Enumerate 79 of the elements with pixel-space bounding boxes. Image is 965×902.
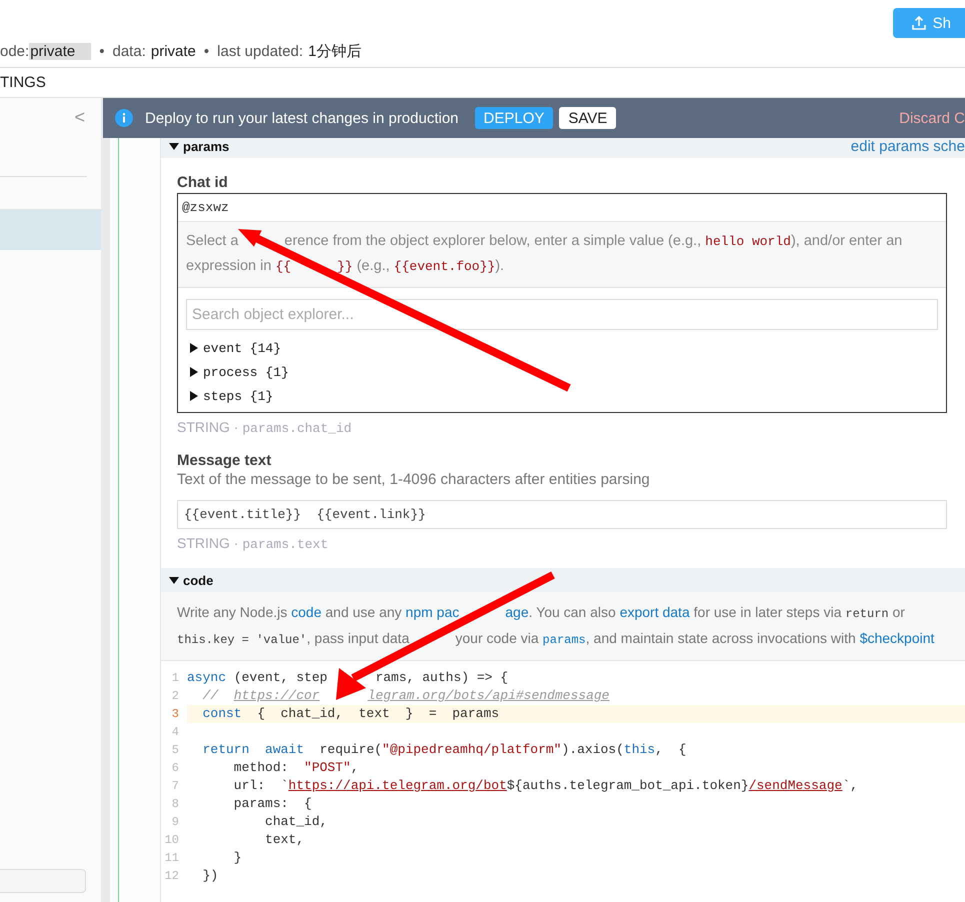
line-number: 2: [170, 689, 179, 703]
code-text: url: `: [232, 778, 288, 793]
code-text: require(: [318, 742, 382, 757]
line-number: 7: [170, 779, 179, 793]
code-text: chat_id,: [264, 814, 328, 829]
doc-link[interactable]: $checkpoint: [860, 630, 934, 646]
section-title: params: [183, 138, 230, 154]
line-number: 12: [164, 869, 179, 883]
meta-value: private: [29, 43, 92, 60]
separator-dot: •: [204, 43, 210, 60]
field-label: Chat id: [177, 174, 229, 191]
sidebar-item[interactable]: [0, 209, 101, 250]
doc-link[interactable]: code: [291, 604, 322, 620]
info-icon: [115, 109, 133, 127]
sidebar-input[interactable]: [0, 869, 86, 893]
code-text: ,: [350, 760, 359, 775]
field-label: Message text: [177, 452, 272, 469]
code-text: { chat_id, text } = params: [256, 706, 500, 721]
field-description: Text of the message to be sent, 1-4096 characters after entities parsing: [177, 471, 651, 488]
field-type: STRING · params.text: [177, 535, 330, 552]
code-text: ).axios(: [561, 742, 624, 757]
text-field[interactable]: {{event.title}} {{event.link}}: [177, 500, 947, 529]
code-text: , {: [655, 742, 686, 757]
code-text: "@pipedreamhq/platform": [382, 742, 562, 757]
line-number: 1: [170, 671, 179, 685]
collapse-button[interactable]: <: [74, 107, 85, 129]
code-text: const: [202, 706, 242, 721]
meta-label: last updated:: [217, 43, 304, 60]
field-type: STRING · params.chat_id: [177, 419, 353, 436]
line-number: 4: [170, 725, 179, 739]
code-text: `,: [842, 778, 858, 793]
meta-label: ode:: [0, 43, 30, 60]
code-text: "POST": [304, 760, 351, 775]
code-text: (event, step: [232, 670, 328, 685]
code-text: text,: [264, 832, 304, 847]
deploy-button[interactable]: DEPLOY: [474, 107, 554, 129]
line-number: 10: [164, 833, 179, 847]
code-text: rams, auths) => {: [375, 670, 508, 685]
code-text: https://cor: [234, 688, 320, 703]
code-text: /sendMessage: [748, 778, 842, 793]
meta-label: data:: [112, 43, 146, 60]
settings-tab[interactable]: TINGS: [0, 74, 46, 91]
line-number: 9: [170, 815, 179, 829]
discard-link[interactable]: Discard C: [899, 110, 965, 126]
line-number: 8: [170, 797, 179, 811]
edit-schema-link[interactable]: edit params sche: [850, 138, 965, 154]
tree-item[interactable]: steps {1}: [189, 384, 938, 408]
code-text: legram.org/bots/api#sendmessage: [368, 688, 610, 703]
doc-link[interactable]: params: [542, 633, 586, 647]
code-text: method:: [232, 760, 290, 775]
code-text: return await: [202, 742, 304, 757]
hint-text: Select a erence from the object explorer below, enter a simple value (e.g., hello world), and/or enter an expression in {{ }} (e.g., {{event.foo}}).: [178, 222, 946, 288]
code-text: this: [624, 742, 656, 757]
line-number: 6: [170, 761, 179, 775]
section-title: code: [183, 572, 214, 588]
doc-link[interactable]: export data: [620, 604, 690, 620]
line-number: 5: [170, 743, 179, 757]
tree-item[interactable]: process {1}: [189, 360, 938, 384]
doc-link[interactable]: npm pac: [406, 604, 460, 620]
code-text: //: [202, 688, 220, 703]
meta-value: 1分钟后: [308, 42, 362, 61]
separator-dot: •: [99, 43, 104, 60]
code-text: }: [232, 850, 242, 865]
code-text: https://api.telegram.org/bot: [288, 778, 507, 793]
banner-message: Deploy to run your latest changes in production: [145, 110, 459, 126]
code-text: ${auths.telegram_bot_api.token}: [506, 778, 749, 793]
line-number: 3: [170, 707, 179, 721]
search-field[interactable]: Search object explorer...: [186, 299, 938, 330]
code-text: async: [187, 670, 226, 685]
section-header[interactable]: code: [161, 568, 965, 592]
save-button[interactable]: SAVE: [559, 107, 616, 129]
doc-link[interactable]: age: [505, 604, 529, 620]
share-button[interactable]: Sh: [892, 8, 965, 38]
code-text: params: {: [232, 796, 312, 811]
tree-item[interactable]: event {14}: [189, 336, 938, 360]
meta-value: private: [150, 43, 196, 60]
upload-icon: [910, 15, 927, 31]
line-number: 11: [164, 851, 179, 865]
code-text: }): [202, 868, 218, 883]
